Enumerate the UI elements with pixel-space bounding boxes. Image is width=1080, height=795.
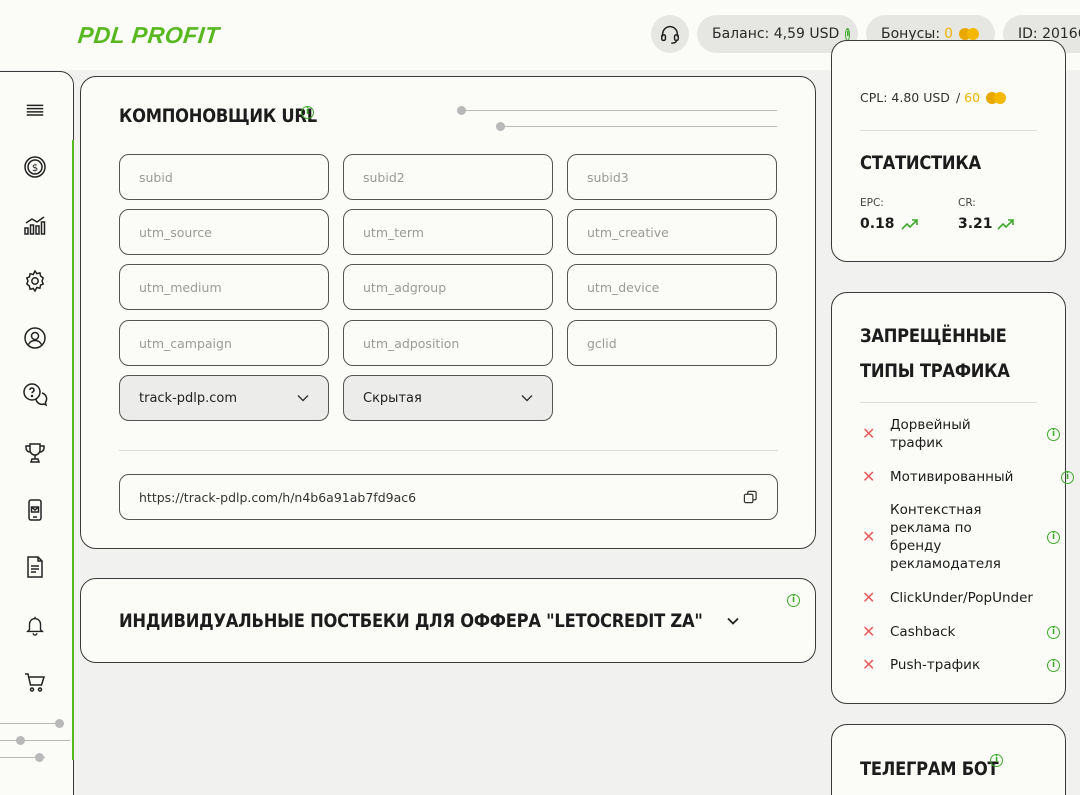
trend-up-icon <box>997 219 1014 230</box>
trophy-icon[interactable] <box>22 440 48 466</box>
domain-select[interactable]: track-pdlp.com <box>119 375 329 421</box>
support-headset-button[interactable] <box>651 15 689 53</box>
list-item: ✕ Контекстная реклама по бренду рекламод… <box>862 501 1072 573</box>
list-item: ✕ ClickUnder/PopUnder i <box>862 588 1033 607</box>
gear-icon[interactable] <box>22 268 48 294</box>
utm-creative-input[interactable] <box>567 209 777 255</box>
cross-icon: ✕ <box>862 655 876 674</box>
divider <box>860 402 1037 403</box>
result-url-field[interactable]: https://track-pdlp.com/h/n4b6a91ab7fd9ac… <box>119 474 778 520</box>
list-item: ✕ Push-трафик i <box>862 656 1072 674</box>
telegram-title: ТЕЛЕГРАМ БОТ <box>860 758 999 780</box>
subid-input[interactable] <box>119 154 329 200</box>
dollar-coin-icon[interactable]: $ <box>22 154 48 180</box>
copy-icon[interactable] <box>743 490 758 505</box>
sidebar-active-indicator <box>72 140 74 760</box>
info-icon[interactable]: i <box>1047 427 1060 441</box>
cross-icon: ✕ <box>862 467 876 486</box>
cross-icon: ✕ <box>862 424 876 443</box>
domain-select-value: track-pdlp.com <box>139 390 238 406</box>
telegram-bot-card: ТЕЛЕГРАМ БОТ i <box>831 724 1066 795</box>
cpl-row: CPL: 4.80 USD / 60 <box>860 90 1008 105</box>
cr-value: 3.21 <box>958 216 993 232</box>
url-builder-title: КОМПОНОВЩИК URL <box>119 105 317 127</box>
stats-title: СТАТИСТИКА <box>860 152 981 174</box>
cart-icon[interactable] <box>22 669 48 695</box>
banned-title-line2: ТИПЫ ТРАФИКА <box>860 360 1010 382</box>
utm-adposition-input[interactable] <box>343 320 553 366</box>
trend-up-icon <box>901 219 918 230</box>
result-url-text: https://track-pdlp.com/h/n4b6a91ab7fd9ac… <box>139 489 417 505</box>
mobile-mail-icon[interactable] <box>22 497 48 523</box>
chevron-down-icon <box>521 395 533 402</box>
utm-source-input[interactable] <box>119 209 329 255</box>
info-icon[interactable]: i <box>845 27 851 41</box>
cpl-label: CPL: 4.80 USD <box>860 90 950 105</box>
list-item: ✕ Мотивированный i <box>862 467 1074 486</box>
cr-label: CR: <box>958 197 976 209</box>
user-icon[interactable] <box>22 325 48 351</box>
document-icon[interactable] <box>22 554 48 580</box>
banned-traffic-card: ЗАПРЕЩЁННЫЕ ТИПЫ ТРАФИКА ✕ Дорвейный тра… <box>831 292 1074 704</box>
info-icon[interactable]: i <box>1047 658 1060 672</box>
postbacks-card[interactable]: ИНДИВИДУАЛЬНЫЕ ПОСТБЕКИ ДЛЯ ОФФЕРА "LETO… <box>80 578 816 663</box>
info-icon[interactable]: i <box>301 106 314 119</box>
gclid-input[interactable] <box>567 320 777 366</box>
balance-label: Баланс: 4,59 USD <box>712 26 840 42</box>
cross-icon: ✕ <box>862 527 876 546</box>
info-icon[interactable]: i <box>1047 625 1060 639</box>
postbacks-title: ИНДИВИДУАЛЬНЫЕ ПОСТБЕКИ ДЛЯ ОФФЕРА "LETO… <box>119 610 703 632</box>
menu-icon[interactable] <box>22 97 48 123</box>
mode-select[interactable]: Скрытая <box>343 375 553 421</box>
utm-medium-input[interactable] <box>119 264 329 310</box>
info-icon[interactable]: i <box>787 594 800 607</box>
divider <box>860 130 1037 131</box>
utm-campaign-input[interactable] <box>119 320 329 366</box>
info-icon[interactable]: i <box>990 754 1003 767</box>
banned-title-line1: ЗАПРЕЩЁННЫЕ <box>860 325 1007 347</box>
info-icon[interactable]: i <box>1047 530 1060 544</box>
chevron-down-icon[interactable] <box>727 617 739 625</box>
info-icon[interactable]: i <box>1061 470 1074 484</box>
help-chat-icon[interactable] <box>22 382 48 408</box>
stats-chart-icon[interactable] <box>22 212 48 238</box>
coins-icon <box>986 91 1008 105</box>
utm-term-input[interactable] <box>343 209 553 255</box>
cross-icon: ✕ <box>862 622 876 641</box>
headset-icon <box>661 26 679 44</box>
svg-text:$: $ <box>32 163 38 174</box>
logo[interactable]: PDL PROFIT <box>77 22 221 49</box>
cpl-bonus: 60 <box>964 90 981 105</box>
list-item: ✕ Cashback i <box>862 623 1072 641</box>
url-builder-card: КОМПОНОВЩИК URL i track-pdlp.com Скрытая… <box>80 76 816 549</box>
epc-value: 0.18 <box>860 216 895 232</box>
list-item: ✕ Дорвейный трафик i <box>862 416 1072 452</box>
offer-stats-card: CPL: 4.80 USD / 60 СТАТИСТИКА EPC: 0.18 … <box>831 40 1066 262</box>
bell-icon[interactable] <box>22 612 48 638</box>
utm-device-input[interactable] <box>567 264 777 310</box>
chevron-down-icon <box>297 395 309 402</box>
subid3-input[interactable] <box>567 154 777 200</box>
mode-select-value: Скрытая <box>363 390 422 406</box>
epc-label: EPC: <box>860 197 884 209</box>
cross-icon: ✕ <box>862 588 876 607</box>
coins-icon <box>959 27 980 41</box>
utm-adgroup-input[interactable] <box>343 264 553 310</box>
divider <box>119 450 778 451</box>
subid2-input[interactable] <box>343 154 553 200</box>
